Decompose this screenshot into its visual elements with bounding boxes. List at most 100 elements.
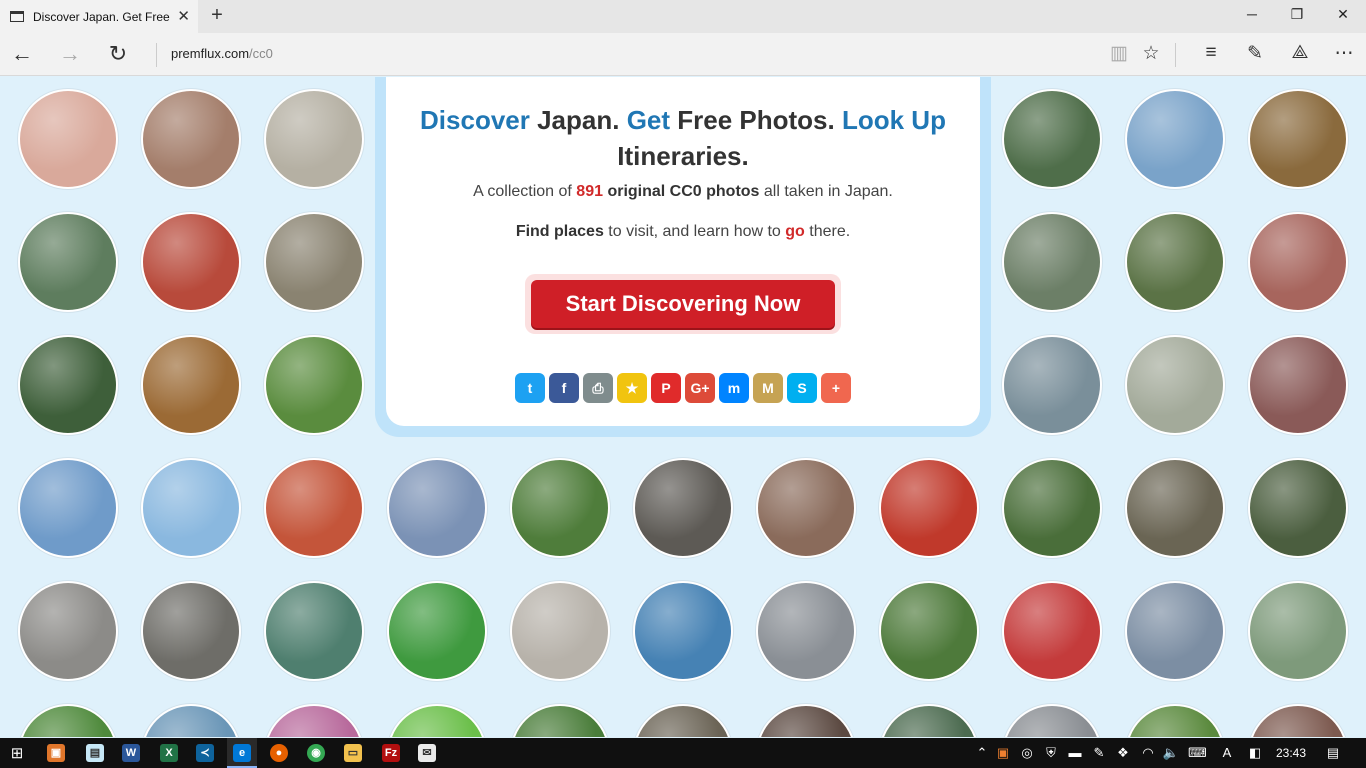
excel-icon[interactable]: X: [160, 744, 178, 762]
photo-thumbnail[interactable]: [1125, 335, 1225, 435]
url-field[interactable]: premflux.com/cc0: [171, 46, 273, 61]
photo-thumbnail[interactable]: [633, 704, 733, 737]
word-icon[interactable]: W: [122, 744, 140, 762]
mail-icon[interactable]: ✉: [418, 744, 436, 762]
photo-thumbnail[interactable]: [264, 335, 364, 435]
skype-share-icon[interactable]: S: [787, 373, 817, 403]
photo-thumbnail[interactable]: [141, 581, 241, 681]
forward-icon[interactable]: →: [56, 41, 84, 67]
filezilla-icon[interactable]: Fz: [382, 744, 400, 762]
photo-thumbnail[interactable]: [18, 704, 118, 737]
tray-device-icon[interactable]: ▬: [1066, 745, 1084, 760]
tray-app-icon[interactable]: ▣: [994, 745, 1012, 761]
photo-thumbnail[interactable]: [141, 89, 241, 189]
tray-monitor-icon[interactable]: ◎: [1018, 745, 1036, 761]
tray-pen-icon[interactable]: ✎: [1090, 745, 1108, 761]
photo-thumbnail[interactable]: [1002, 89, 1102, 189]
photo-thumbnail[interactable]: [141, 335, 241, 435]
windows-start-icon[interactable]: ⊞: [8, 744, 26, 762]
photo-thumbnail[interactable]: [1125, 458, 1225, 558]
photo-thumbnail[interactable]: [18, 335, 118, 435]
photo-thumbnail[interactable]: [1248, 704, 1348, 737]
new-tab-icon[interactable]: +: [206, 4, 228, 27]
photo-thumbnail[interactable]: [18, 581, 118, 681]
tray-app2-icon[interactable]: ◧: [1246, 745, 1264, 761]
photo-thumbnail[interactable]: [879, 458, 979, 558]
wifi-icon[interactable]: ◠: [1139, 745, 1157, 761]
edge-icon[interactable]: e: [233, 744, 251, 762]
tray-expand-icon[interactable]: ⌃: [973, 745, 991, 761]
twitter-share-icon[interactable]: t: [515, 373, 545, 403]
mastodon-share-icon[interactable]: M: [753, 373, 783, 403]
photo-thumbnail[interactable]: [756, 581, 856, 681]
pinterest-share-icon[interactable]: P: [651, 373, 681, 403]
photo-thumbnail[interactable]: [264, 89, 364, 189]
photo-thumbnail[interactable]: [387, 581, 487, 681]
facebook-share-icon[interactable]: f: [549, 373, 579, 403]
google-plus-share-icon[interactable]: G+: [685, 373, 715, 403]
photo-thumbnail[interactable]: [18, 458, 118, 558]
photo-thumbnail[interactable]: [756, 458, 856, 558]
tab-close-icon[interactable]: ✕: [177, 7, 190, 25]
web-note-icon[interactable]: ✎: [1242, 42, 1268, 65]
more-share-icon[interactable]: +: [821, 373, 851, 403]
share-page-icon[interactable]: ⟁: [1287, 42, 1313, 64]
dropbox-icon[interactable]: ❖: [1114, 745, 1132, 761]
photo-thumbnail[interactable]: [1125, 89, 1225, 189]
browser-tab[interactable]: Discover Japan. Get Free ✕: [0, 0, 198, 33]
photo-thumbnail[interactable]: [141, 704, 241, 737]
photo-thumbnail[interactable]: [1002, 458, 1102, 558]
photo-thumbnail[interactable]: [510, 704, 610, 737]
photo-thumbnail[interactable]: [1248, 212, 1348, 312]
taskbar-clock[interactable]: 23:43: [1276, 746, 1306, 760]
photo-thumbnail[interactable]: [1248, 89, 1348, 189]
photo-thumbnail[interactable]: [387, 458, 487, 558]
photo-thumbnail[interactable]: [633, 458, 733, 558]
vscode-icon[interactable]: ≺: [196, 744, 214, 762]
photo-thumbnail[interactable]: [1125, 581, 1225, 681]
volume-icon[interactable]: 🔈: [1162, 745, 1180, 761]
notepad-icon[interactable]: ▤: [86, 744, 104, 762]
firefox-icon[interactable]: ●: [270, 744, 288, 762]
photo-thumbnail[interactable]: [264, 458, 364, 558]
photo-thumbnail[interactable]: [633, 581, 733, 681]
photo-thumbnail[interactable]: [1248, 335, 1348, 435]
refresh-icon[interactable]: ↻: [104, 41, 132, 67]
photo-thumbnail[interactable]: [1002, 704, 1102, 737]
photo-thumbnail[interactable]: [264, 212, 364, 312]
bookmark-share-icon[interactable]: ★: [617, 373, 647, 403]
favorite-star-icon[interactable]: ☆: [1138, 42, 1164, 65]
chrome-icon[interactable]: ◉: [307, 744, 325, 762]
restore-icon[interactable]: ❐: [1287, 6, 1307, 23]
photo-thumbnail[interactable]: [264, 704, 364, 737]
photo-thumbnail[interactable]: [1248, 458, 1348, 558]
minimize-icon[interactable]: ─: [1242, 6, 1262, 22]
photo-thumbnail[interactable]: [18, 89, 118, 189]
keyboard-icon[interactable]: ⌨: [1188, 745, 1207, 761]
hub-icon[interactable]: ≡: [1198, 42, 1224, 64]
photo-thumbnail[interactable]: [1002, 212, 1102, 312]
photo-thumbnail[interactable]: [18, 212, 118, 312]
reading-view-icon[interactable]: ▥: [1106, 42, 1132, 65]
more-menu-icon[interactable]: ⋯: [1331, 42, 1357, 65]
photo-thumbnail[interactable]: [1002, 335, 1102, 435]
messenger-share-icon[interactable]: m: [719, 373, 749, 403]
photo-thumbnail[interactable]: [1248, 581, 1348, 681]
print-share-icon[interactable]: ⎙: [583, 373, 613, 403]
photo-thumbnail[interactable]: [879, 581, 979, 681]
back-icon[interactable]: ←: [8, 41, 36, 67]
close-window-icon[interactable]: ✕: [1333, 6, 1353, 23]
photo-thumbnail[interactable]: [1002, 581, 1102, 681]
photo-thumbnail[interactable]: [141, 458, 241, 558]
photo-thumbnail[interactable]: [879, 704, 979, 737]
photo-thumbnail[interactable]: [510, 581, 610, 681]
taskbar-app-icon[interactable]: ▣: [47, 744, 65, 762]
photo-thumbnail[interactable]: [510, 458, 610, 558]
photo-thumbnail[interactable]: [756, 704, 856, 737]
photo-thumbnail[interactable]: [1125, 704, 1225, 737]
file-explorer-icon[interactable]: ▭: [344, 744, 362, 762]
action-center-icon[interactable]: ▤: [1324, 745, 1342, 761]
security-shield-icon[interactable]: ⛨: [1042, 745, 1060, 761]
start-discovering-button[interactable]: Start Discovering Now: [531, 280, 835, 328]
photo-thumbnail[interactable]: [264, 581, 364, 681]
